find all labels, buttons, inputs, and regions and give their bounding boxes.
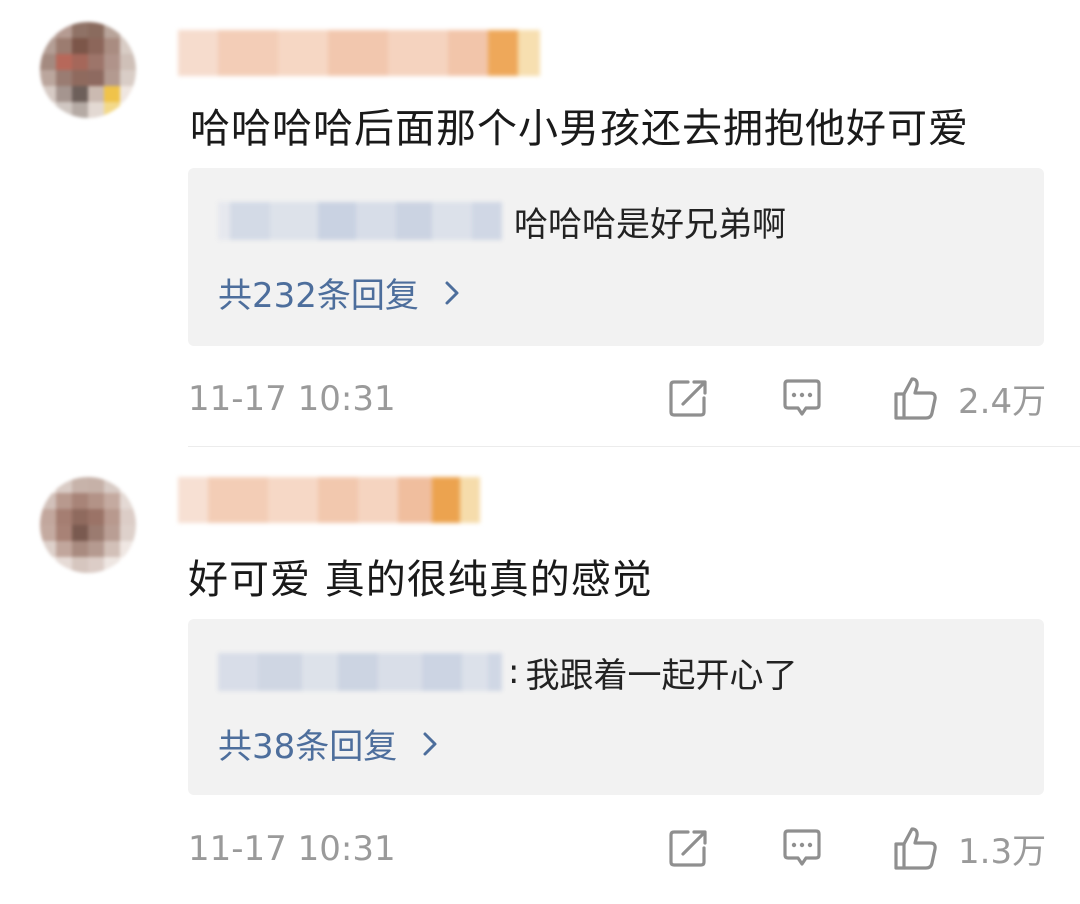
reply-text: 哈哈哈是好兄弟啊 <box>514 204 786 245</box>
like-icon <box>894 827 937 870</box>
reply-username-redacted[interactable] <box>218 202 502 240</box>
reply-preview[interactable]: 哈哈哈是好兄弟啊 共232条回复 <box>188 168 1044 346</box>
share-icon <box>669 380 707 417</box>
view-replies-link[interactable]: 共38条回复 <box>218 719 443 768</box>
reply-text: 我跟着一起开心了 <box>525 655 798 696</box>
share-button[interactable] <box>666 823 710 873</box>
like-count: 1.3万 <box>958 831 1047 872</box>
chevron-right-icon <box>445 281 459 304</box>
comment-text: 好可爱 真的很纯真的感觉 <box>188 557 653 603</box>
like-count: 2.4万 <box>958 381 1047 422</box>
timestamp: 11-17 10:31 <box>188 379 396 419</box>
reply-line: : 我跟着一起开心了 <box>218 649 798 696</box>
comment-icon <box>783 829 821 866</box>
comment-button[interactable] <box>780 823 824 873</box>
reply-count-label: 共38条回复 <box>218 727 398 767</box>
comment-item: 哈哈哈哈后面那个小男孩还去拥抱他好可爱 哈哈哈是好兄弟啊 共232条回复 11-… <box>0 0 1080 446</box>
username-redacted[interactable] <box>178 30 540 76</box>
reply-line: 哈哈哈是好兄弟啊 <box>218 198 786 245</box>
comment-item: 好可爱 真的很纯真的感觉 : 我跟着一起开心了 共38条回复 11-17 10:… <box>0 447 1080 904</box>
username-redacted[interactable] <box>178 477 480 523</box>
like-button[interactable]: 2.4万 <box>892 373 1046 423</box>
comment-footer: 11-17 10:31 2.4万 <box>188 373 1048 423</box>
avatar[interactable] <box>40 477 136 573</box>
chevron-right-icon <box>423 732 437 755</box>
share-icon <box>669 830 707 867</box>
like-button[interactable]: 1.3万 <box>892 823 1046 873</box>
comment-text: 哈哈哈哈后面那个小男孩还去拥抱他好可爱 <box>190 106 969 152</box>
share-button[interactable] <box>666 373 710 423</box>
comment-icon <box>783 379 821 416</box>
comment-button[interactable] <box>780 373 824 423</box>
timestamp: 11-17 10:31 <box>188 829 396 869</box>
comment-footer: 11-17 10:31 1.3万 <box>188 823 1048 873</box>
reply-count-label: 共232条回复 <box>218 276 419 316</box>
view-replies-link[interactable]: 共232条回复 <box>218 268 465 317</box>
reply-username-redacted[interactable] <box>218 653 502 691</box>
like-icon <box>894 377 937 420</box>
avatar[interactable] <box>40 22 136 118</box>
reply-preview[interactable]: : 我跟着一起开心了 共38条回复 <box>188 619 1044 795</box>
reply-separator: : <box>508 652 520 692</box>
